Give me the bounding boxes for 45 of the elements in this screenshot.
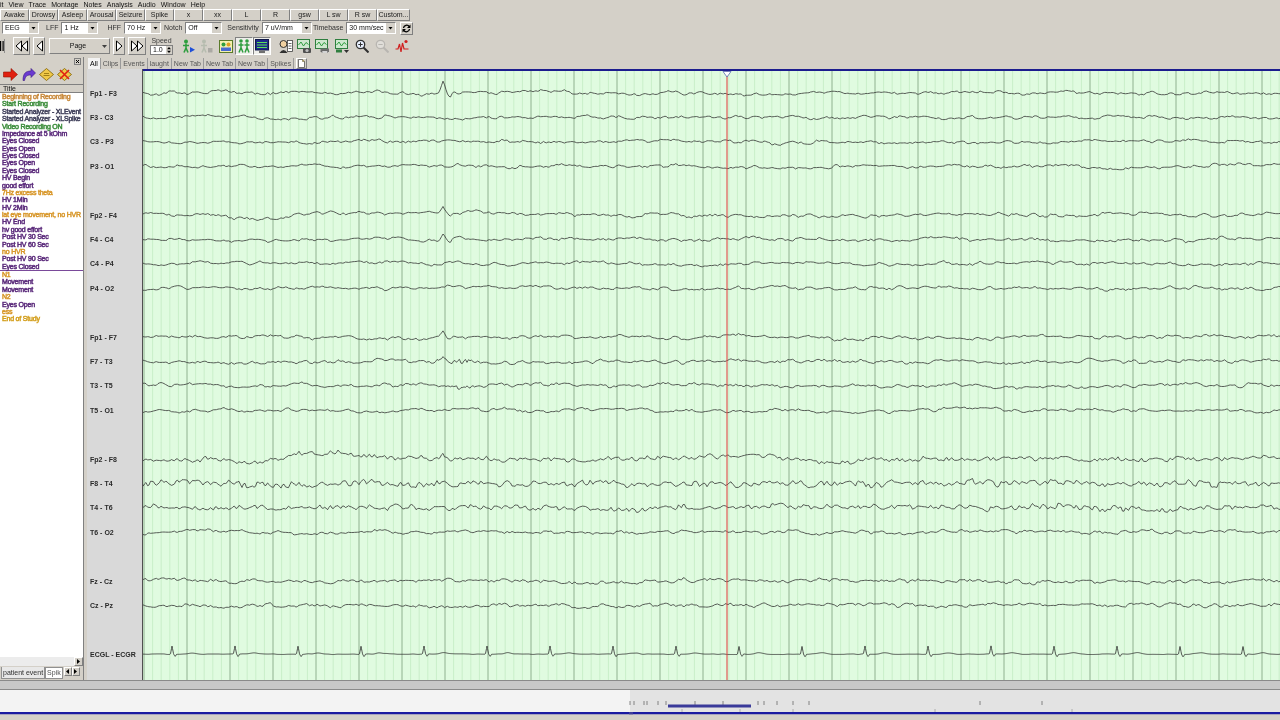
time-cursor[interactable] xyxy=(722,71,732,680)
bars-icon[interactable] xyxy=(0,39,5,53)
caret-icon xyxy=(386,23,396,33)
caret-icon xyxy=(102,44,107,48)
walking-figures-icon xyxy=(237,39,251,53)
triangle-left-icon xyxy=(35,40,43,52)
zoom-in-icon xyxy=(355,39,369,53)
caret-icon xyxy=(212,23,222,33)
monitor-camera-icon xyxy=(297,39,311,53)
fast-forward-icon xyxy=(130,40,144,52)
scroll-right-button[interactable] xyxy=(74,657,83,666)
triangle-left-icon xyxy=(66,669,70,674)
toolbar-button[interactable] xyxy=(277,37,295,55)
right-arrow-icon[interactable] xyxy=(3,68,18,81)
scroll-left-button[interactable] xyxy=(63,667,72,676)
caret-icon xyxy=(88,23,98,33)
person-stop-icon xyxy=(199,39,213,53)
person-play-icon xyxy=(181,39,195,53)
refresh-button[interactable] xyxy=(400,21,414,35)
caret-icon xyxy=(29,23,38,33)
fast-forward-button[interactable] xyxy=(128,37,146,55)
next-button[interactable] xyxy=(113,37,125,55)
fast-backward-icon xyxy=(15,40,28,52)
zoom-out-icon xyxy=(375,39,389,53)
spinner-arrows-icon xyxy=(166,46,172,54)
previous-button[interactable] xyxy=(33,37,45,55)
toolbar-button[interactable] xyxy=(295,37,313,55)
person-list-icon xyxy=(279,39,293,53)
triangle-right-icon xyxy=(115,40,123,52)
curved-arrow-icon[interactable] xyxy=(21,68,36,81)
monitor-printer-icon xyxy=(315,39,329,53)
caret-icon xyxy=(151,23,161,33)
close-icon[interactable] xyxy=(74,58,81,65)
monitor-waveform-icon xyxy=(255,39,269,53)
toolbar-button[interactable] xyxy=(253,37,271,55)
toolbar-button[interactable] xyxy=(353,37,371,55)
refresh-icon xyxy=(402,23,412,33)
photo-people-icon xyxy=(219,39,233,53)
horizontal-scrollbar[interactable] xyxy=(0,680,1280,690)
fast-backward-button[interactable] xyxy=(13,37,30,55)
caret-icon xyxy=(301,23,311,33)
new-note-button[interactable] xyxy=(296,58,308,69)
monitor-menu-icon xyxy=(335,39,349,53)
waveform-figure-icon xyxy=(395,39,409,53)
page-icon xyxy=(298,59,306,68)
